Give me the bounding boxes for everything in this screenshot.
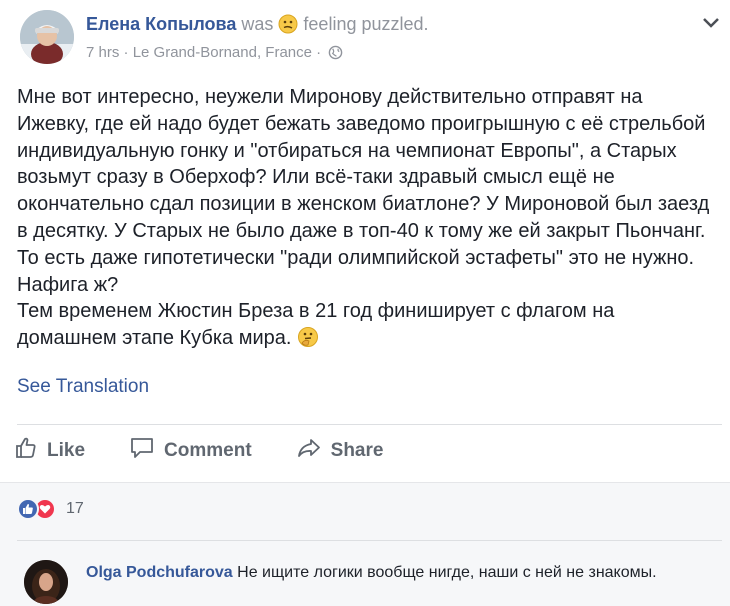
post-time[interactable]: 7 hrs [86, 44, 119, 61]
author-name[interactable]: Елена Копылова [86, 14, 236, 34]
speech-bubble-icon [129, 436, 164, 466]
share-label: Share [330, 440, 384, 461]
post-paragraph-2: Тем временем Жюстин Бреза в 21 год финиш… [17, 298, 717, 356]
comment-button[interactable]: Comment [129, 436, 252, 466]
comment-body: Не ищите логики вообще нигде, наши с ней… [237, 564, 657, 581]
post-body: Мне вот интересно, неужели Миронову дейс… [17, 84, 717, 356]
puzzled-emoji-icon [278, 14, 298, 39]
meta-separator-2: · [316, 44, 322, 61]
commenter-avatar[interactable] [24, 560, 68, 604]
comments-divider [17, 540, 722, 541]
chevron-down-icon[interactable] [702, 16, 720, 34]
author-avatar[interactable] [20, 10, 74, 64]
reactions-section [0, 482, 730, 606]
share-button[interactable]: Share [296, 436, 384, 466]
see-translation-link[interactable]: See Translation [17, 376, 149, 398]
facebook-post: Елена Копылова was feeling puzzled. 7 hr… [0, 0, 730, 606]
like-button[interactable]: Like [14, 436, 85, 466]
like-reaction-icon [17, 498, 39, 520]
post-location[interactable]: Le Grand-Bornand, France [133, 44, 312, 61]
comment: Olga Podchufarova Не ищите логики вообще… [86, 562, 706, 584]
meta-separator: · [123, 44, 129, 61]
post-paragraph-1: Мне вот интересно, неужели Миронову дейс… [17, 86, 710, 296]
action-divider [17, 424, 722, 425]
status-feeling[interactable]: feeling puzzled. [303, 14, 428, 34]
action-bar: Like Comment Share [14, 434, 427, 468]
comment-label: Comment [164, 440, 252, 461]
comment-author[interactable]: Olga Podchufarova [86, 564, 233, 581]
post-header: Елена Копылова was feeling puzzled. [86, 14, 429, 39]
like-label: Like [47, 440, 86, 461]
thinking-emoji-icon [297, 326, 319, 356]
globe-icon[interactable] [328, 45, 343, 64]
reaction-summary[interactable]: 17 [17, 498, 84, 520]
status-prefix: was [241, 14, 274, 34]
post-meta: 7 hrs · Le Grand-Bornand, France · [86, 44, 343, 64]
thumbs-up-icon [14, 436, 47, 466]
reaction-count[interactable]: 17 [66, 500, 84, 518]
share-arrow-icon [296, 436, 331, 466]
